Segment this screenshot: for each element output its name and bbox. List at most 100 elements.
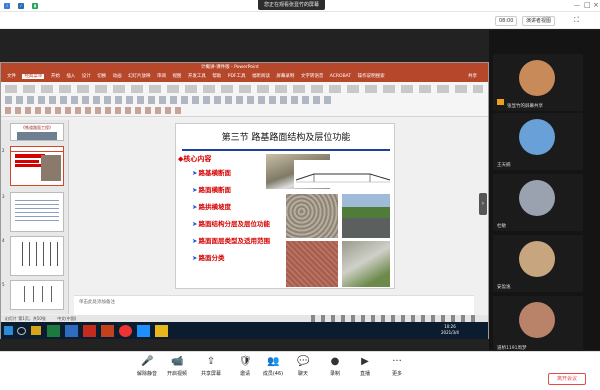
security-icon: 🛡 [239,356,252,367]
ribbon-row-2[interactable] [5,96,335,104]
participant-name: 安盈逸 [497,285,511,290]
bullet-item: ➤路拱横坡度 [192,203,231,211]
menu-transitions[interactable]: 切换 [97,74,106,79]
slide-count: 幻灯片 第1页，共50张 [5,316,46,321]
notes-pane[interactable]: 单击此处添加备注 [74,295,474,315]
ribbon-row-1[interactable] [5,85,483,93]
current-slide[interactable]: 第三节 路基路面结构及层位功能 ◆核心内容 ➤路基横断面 ➤路面横断面 ➤路拱横… [175,123,395,289]
meeting-secondary-bar: 08:00 演讲者视图 ⛶ [0,12,600,29]
share-link[interactable]: 共享 [468,72,477,82]
search-icon[interactable] [17,327,26,335]
chat-icon: 💬 [297,356,310,367]
menu-developer[interactable]: 开发工具 [188,74,206,79]
mute-button[interactable]: 🎤 解除静音 [136,356,158,377]
minimize-icon[interactable]: — [574,2,580,9]
excel-icon[interactable] [47,325,60,337]
menu-insert[interactable]: 插入 [66,74,75,79]
taskbar-clock: 10:26 2021/3/4 [441,324,459,335]
menu-slideshow[interactable]: 幻灯片放映 [128,74,151,79]
thumbnail-caption: 《铁道路面工程》 [21,125,53,130]
menu-home[interactable]: 开始 [51,74,60,79]
more-button[interactable]: ··· 更多 [386,356,408,377]
leave-meeting-button[interactable]: 离开会议 [548,373,586,385]
record-button[interactable]: ● 录制 [324,356,346,377]
menu-file[interactable]: 文件 [7,74,16,79]
red-pavement-photo [286,241,338,287]
powerpoint-icon[interactable] [101,325,114,337]
menu-view[interactable]: 视图 [172,74,181,79]
thumbnail-number: 2 [2,148,5,153]
menu-search[interactable]: 操作说明搜索 [358,74,385,79]
ppt-statusbar: 幻灯片 第1页，共50张 中文(中国) [1,315,488,322]
start-icon[interactable] [4,326,13,335]
menu-help[interactable]: 帮助 [212,74,221,79]
menu-record[interactable]: 屏幕录制 [276,74,294,79]
share-icon [497,99,504,105]
ribbon-row-3[interactable] [5,107,185,114]
acrobat-icon[interactable] [83,325,96,337]
members-icon: 👥 [267,356,280,367]
windows-taskbar: 10:26 2021/3/4 [1,322,488,339]
signal-icon[interactable]: ▮ [32,3,38,9]
word-icon[interactable] [65,325,78,337]
aggregate-photo [286,194,338,238]
invite-button[interactable]: 🛡 邀请 [234,356,256,377]
live-icon: ▶ [361,356,369,367]
fullscreen-icon[interactable]: ⛶ [574,16,579,24]
menu-review[interactable]: 审阅 [157,74,166,79]
ppt-titlebar: 计概讲-课件版 - PowerPoint [1,63,488,72]
menu-design[interactable]: 设计 [82,74,91,79]
menu-foxit[interactable]: 福昕阅读 [252,74,270,79]
participant-tile[interactable]: 张显竹的屏幕共享 [493,54,583,111]
arrow-icon: ➤ [192,254,198,262]
menu-classic[interactable]: 经典菜单 [22,74,45,79]
highway-photo [342,194,390,238]
record-app-icon[interactable] [119,325,132,337]
taskbar-app-icon[interactable] [155,325,168,337]
menu-acrobat[interactable]: ACROBAT [330,74,351,79]
video-button[interactable]: 📹 开启视频 [166,356,188,377]
menu-tts[interactable]: 文字转语音 [301,74,324,79]
maximize-icon[interactable]: □ [584,1,591,9]
thumbnail-number: 4 [2,238,5,243]
avatar [519,119,555,155]
record-icon: ● [330,356,340,367]
meeting-info-icon[interactable]: i [4,3,10,9]
participant-name: 王天楠 [497,163,511,168]
participant-tile[interactable]: 安盈逸 [493,235,583,292]
panel-collapse-toggle[interactable]: › [479,193,487,215]
chat-button[interactable]: 💬 聊天 [292,356,314,377]
slide-thumbnail[interactable] [10,192,64,232]
shield-icon[interactable]: ✓ [18,3,24,9]
avatar [519,60,555,96]
more-icon: ··· [392,356,402,367]
share-screen-button[interactable]: ⇪ 共享屏幕 [200,356,222,377]
meeting-app-icon[interactable] [137,325,150,337]
slide-thumbnail[interactable]: 《铁道路面工程》 [10,123,64,141]
participant-name: 杜敏 [497,224,506,229]
powerpoint-window: 计概讲-课件版 - PowerPoint 文件 经典菜单 开始 插入 设计 切换… [0,62,489,339]
live-button[interactable]: ▶ 直播 [354,356,376,377]
slide-thumbnail[interactable] [10,280,64,310]
slide-thumbnail-active[interactable] [10,146,64,186]
arrow-icon: ➤ [192,186,198,194]
close-icon[interactable]: × [593,1,599,9]
concrete-road-photo [342,241,390,287]
share-screen-icon: ⇪ [206,356,216,367]
explorer-icon[interactable] [31,326,41,335]
participant-tile[interactable]: 王天楠 [493,113,583,170]
menu-animations[interactable]: 动画 [113,74,122,79]
cross-section-diagram [294,160,392,188]
arrow-icon: ➤ [192,220,198,228]
view-zoom-controls[interactable] [311,315,481,322]
avatar [519,302,555,338]
bullet-item: ➤路面分类 [192,254,225,262]
slide-thumbnail[interactable] [10,236,64,276]
view-switch-button[interactable]: 演讲者视图 [522,16,556,26]
avatar [519,180,555,216]
members-button[interactable]: 👥 成员(46) [262,356,284,377]
ppt-title: 计概讲-课件版 - PowerPoint [201,65,259,70]
participant-tile[interactable]: 杜敏 [493,174,583,231]
menu-pdf[interactable]: PDF工具 [228,74,246,79]
participant-tile[interactable]: 道桥1191周梦 [493,296,583,353]
